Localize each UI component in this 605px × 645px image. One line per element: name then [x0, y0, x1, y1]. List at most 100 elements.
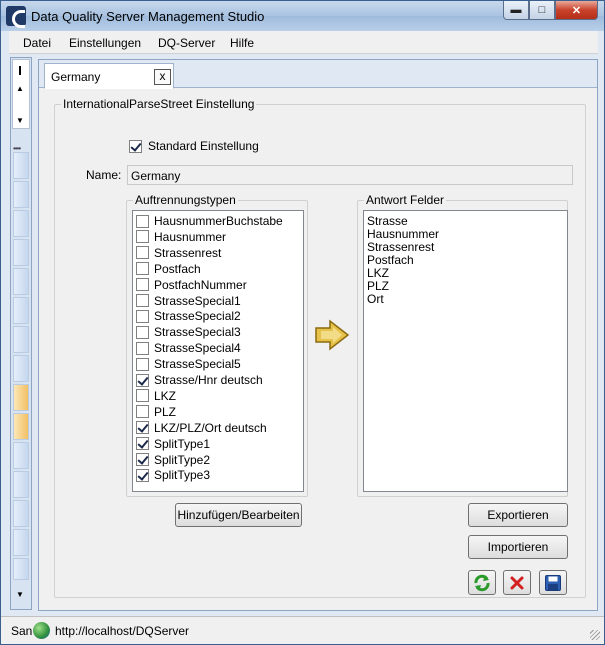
save-button[interactable] — [539, 570, 567, 595]
scroll-down-icon[interactable]: ▼ — [16, 590, 24, 599]
split-type-item[interactable]: PostfachNummer — [136, 277, 247, 293]
delete-icon — [510, 576, 524, 589]
tab-close-button[interactable]: x — [154, 69, 171, 85]
status-text: San — [11, 624, 33, 638]
standard-setting-checkbox[interactable] — [129, 139, 142, 153]
tab-germany[interactable]: Germany x — [44, 63, 174, 89]
nav-segment[interactable] — [13, 152, 29, 179]
split-type-item[interactable]: Hausnummer — [136, 229, 226, 245]
nav-segment[interactable] — [13, 471, 29, 498]
nav-segment-active[interactable] — [13, 384, 29, 411]
split-type-checkbox[interactable] — [136, 278, 149, 292]
nav-segment[interactable] — [13, 210, 29, 237]
split-type-label: SplitType2 — [154, 452, 211, 467]
nav-segment-active[interactable] — [13, 413, 29, 440]
split-type-label: PLZ — [154, 404, 177, 419]
split-type-item[interactable]: SplitType2 — [136, 452, 210, 468]
menu-einstellungen[interactable]: Einstellungen — [69, 36, 141, 50]
split-type-checkbox[interactable] — [136, 437, 149, 451]
globe-icon — [33, 622, 50, 639]
answer-field-item[interactable]: PLZ — [367, 279, 389, 293]
split-type-label: HausnummerBuchstabe — [154, 214, 283, 228]
settings-panel: InternationalParseStreet Einstellung Sta… — [44, 90, 592, 608]
nav-segment[interactable] — [13, 326, 29, 353]
split-type-checkbox[interactable] — [136, 230, 149, 244]
split-type-checkbox[interactable] — [136, 453, 149, 466]
transfer-arrow-icon[interactable] — [312, 318, 352, 352]
split-type-item[interactable]: Strasse/Hnr deutsch — [136, 372, 263, 388]
menu-datei[interactable]: Datei — [23, 36, 51, 50]
answer-field-item[interactable]: Hausnummer — [367, 227, 439, 241]
split-type-checkbox[interactable] — [136, 468, 149, 482]
app-logo-icon — [6, 6, 26, 28]
split-type-item[interactable]: StrasseSpecial5 — [136, 356, 241, 372]
nav-segment[interactable] — [13, 558, 29, 580]
close-window-button[interactable]: ✕ — [555, 1, 598, 20]
split-type-item[interactable]: LKZ/PLZ/Ort deutsch — [136, 420, 267, 436]
split-type-checkbox[interactable] — [136, 309, 149, 323]
answer-field-item[interactable]: Postfach — [367, 253, 414, 267]
delete-button[interactable] — [503, 570, 531, 595]
server-url: http://localhost/DQServer — [55, 624, 190, 638]
scroll-up-icon[interactable]: ▲ — [16, 84, 24, 93]
split-type-item[interactable]: HausnummerBuchstabe — [136, 213, 283, 229]
split-type-item[interactable]: Strassenrest — [136, 245, 221, 261]
split-type-checkbox[interactable] — [136, 421, 149, 435]
split-type-label: LKZ — [154, 388, 177, 403]
refresh-button[interactable] — [468, 570, 496, 595]
standard-setting-row[interactable]: Standard Einstellung — [129, 139, 259, 153]
nav-segment[interactable] — [13, 181, 29, 208]
split-type-checkbox[interactable] — [136, 262, 149, 276]
split-type-checkbox[interactable] — [136, 389, 149, 403]
split-type-checkbox[interactable] — [136, 246, 149, 260]
import-button[interactable]: Importieren — [468, 535, 568, 559]
split-type-item[interactable]: StrasseSpecial4 — [136, 340, 241, 356]
name-field[interactable]: Germany — [127, 165, 573, 185]
maximize-button[interactable]: □ — [529, 1, 555, 20]
split-type-checkbox[interactable] — [136, 373, 149, 387]
split-type-item[interactable]: StrasseSpecial2 — [136, 308, 241, 324]
answer-field-item[interactable]: Ort — [367, 292, 384, 306]
split-types-title: Auftrennungstypen — [133, 193, 238, 207]
scroll-down-icon[interactable]: ▼ — [16, 116, 24, 125]
nav-segment[interactable] — [13, 297, 29, 324]
answer-field-item[interactable]: LKZ — [367, 266, 389, 280]
nav-segment[interactable] — [13, 500, 29, 527]
window-title: Data Quality Server Management Studio — [31, 9, 265, 24]
split-type-label: Strasse/Hnr deutsch — [154, 373, 263, 387]
export-button[interactable]: Exportieren — [468, 503, 568, 527]
app-window: Data Quality Server Management Studio ▬ … — [0, 0, 605, 645]
answer-fields-list[interactable]: Strasse Hausnummer Strassenrest Postfach LKZ… — [363, 210, 568, 492]
add-edit-button[interactable]: Hinzufügen/Bearbeiten — [175, 503, 302, 527]
split-type-item[interactable]: SplitType3 — [136, 467, 210, 483]
answer-field-item[interactable]: Strassenrest — [367, 240, 434, 254]
left-strip-scroller[interactable]: ▲ ▼ — [12, 59, 30, 129]
split-type-item[interactable]: SplitType1 — [136, 436, 210, 452]
split-type-item[interactable]: StrasseSpecial3 — [136, 324, 241, 340]
split-type-item[interactable]: Postfach — [136, 261, 201, 277]
split-type-checkbox[interactable] — [136, 325, 149, 339]
title-bar[interactable]: Data Quality Server Management Studio ▬ … — [1, 1, 604, 31]
nav-segment[interactable] — [13, 442, 29, 469]
tab-label: Germany — [51, 70, 101, 84]
split-type-checkbox[interactable] — [136, 357, 149, 371]
split-type-item[interactable]: LKZ — [136, 388, 176, 404]
split-types-list[interactable]: HausnummerBuchstabe Hausnummer Strassenres… — [132, 210, 304, 492]
split-type-item[interactable]: StrasseSpecial1 — [136, 293, 241, 309]
answer-field-item[interactable]: Strasse — [367, 214, 408, 228]
split-type-checkbox[interactable] — [136, 405, 149, 419]
split-type-label: PostfachNummer — [154, 277, 247, 292]
split-type-checkbox[interactable] — [136, 341, 149, 355]
nav-segment[interactable] — [13, 268, 29, 295]
split-type-checkbox[interactable] — [136, 214, 149, 228]
menu-dq-server[interactable]: DQ-Server — [158, 36, 215, 50]
nav-segment[interactable] — [13, 529, 29, 556]
menu-hilfe[interactable]: Hilfe — [230, 36, 254, 50]
status-bar: San http://localhost/DQServer — [1, 616, 604, 644]
nav-segment[interactable] — [13, 239, 29, 266]
resize-grip-icon[interactable] — [590, 630, 600, 640]
split-type-checkbox[interactable] — [136, 294, 149, 307]
minimize-button[interactable]: ▬ — [503, 1, 529, 20]
nav-segment[interactable] — [13, 355, 29, 382]
split-type-item[interactable]: PLZ — [136, 404, 176, 420]
